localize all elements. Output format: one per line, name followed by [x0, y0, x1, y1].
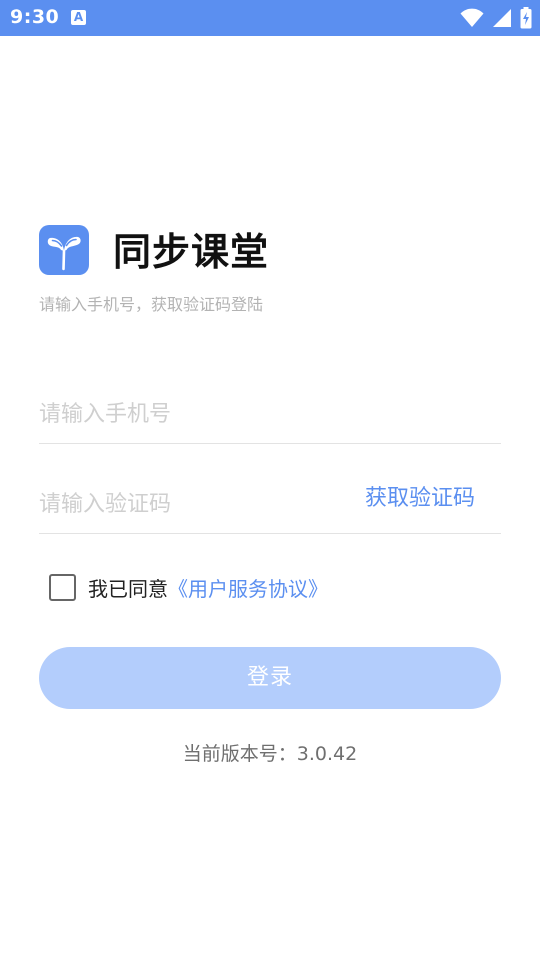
version-label: 当前版本号：3.0.42 — [182, 743, 358, 765]
code-field: 获取验证码 — [39, 474, 501, 534]
login-subtitle: 请输入手机号，获取验证码登陆 — [39, 295, 264, 314]
status-time: 9:30 — [10, 6, 60, 28]
battery-charging-icon — [520, 7, 532, 29]
sprout-icon — [47, 236, 81, 271]
verification-code-input[interactable] — [39, 482, 339, 526]
phone-input[interactable] — [39, 392, 501, 436]
status-indicators — [460, 7, 532, 29]
agree-checkbox[interactable] — [49, 573, 76, 601]
cell-signal-icon — [493, 9, 511, 27]
user-agreement-link[interactable]: 《用户服务协议》 — [168, 573, 328, 602]
notification-a-icon: A — [71, 10, 86, 25]
app-title: 同步课堂 — [113, 230, 270, 274]
get-code-button[interactable]: 获取验证码 — [365, 484, 475, 514]
wifi-icon — [460, 8, 484, 27]
phone-field — [39, 384, 501, 444]
agreement-row: 我已同意 《用户服务协议》 — [49, 572, 328, 602]
app-logo — [39, 225, 89, 275]
agree-text: 我已同意 — [88, 576, 168, 601]
status-bar: 9:30 A — [0, 0, 540, 36]
login-button[interactable]: 登录 — [39, 647, 501, 709]
